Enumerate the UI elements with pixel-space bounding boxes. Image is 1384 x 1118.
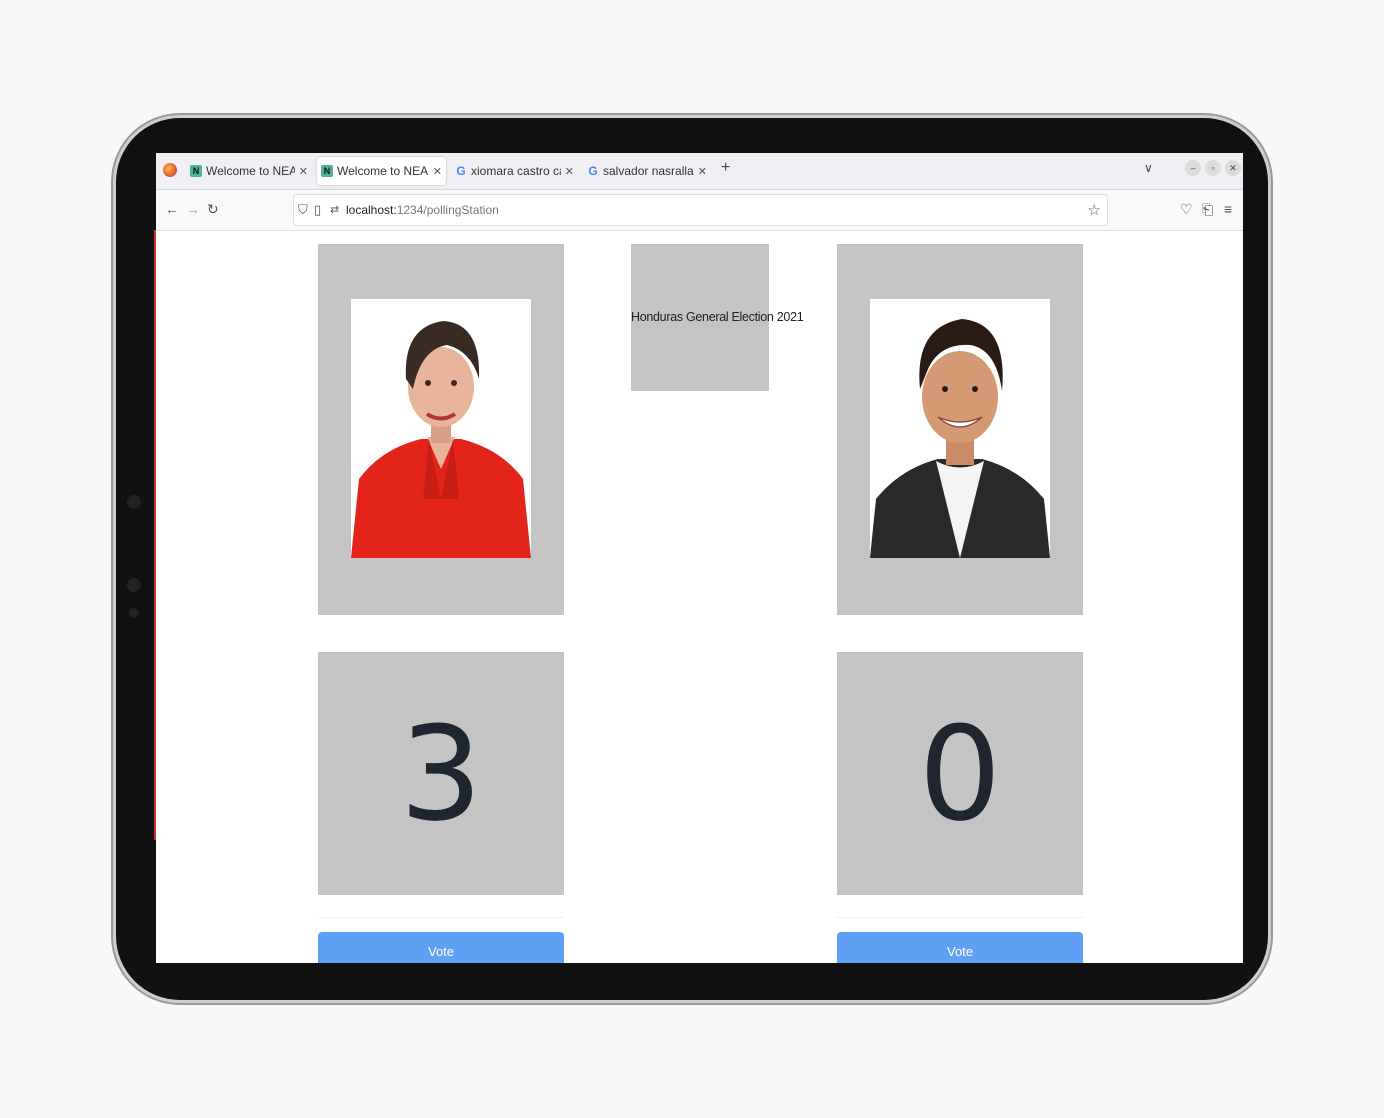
- close-icon[interactable]: ✕: [299, 165, 308, 178]
- bookmark-star-icon[interactable]: ☆: [1088, 201, 1101, 219]
- tab-label: Welcome to NEAR with R: [206, 164, 295, 178]
- camera-dot: [127, 578, 141, 592]
- divider: [318, 917, 564, 918]
- tab-xiomara-search[interactable]: G xiomara castro campaña ✕: [451, 157, 578, 185]
- close-icon[interactable]: ✕: [433, 165, 442, 178]
- tab-list-chevron-icon[interactable]: ∨: [1144, 161, 1153, 175]
- near-icon: N: [190, 165, 202, 177]
- permissions-icon[interactable]: ⇄: [330, 203, 339, 216]
- tab-label: salvador nasralla - Googl: [603, 164, 694, 178]
- screen: N Welcome to NEAR with R ✕ N Welcome to …: [156, 153, 1243, 963]
- candidate-2-vote-count-panel: 0: [837, 652, 1083, 895]
- divider: [837, 917, 1083, 918]
- candidate-1-vote-count-panel: 3: [318, 652, 564, 895]
- candidate-1-photo: [351, 299, 531, 558]
- candidate-2-photo: [870, 299, 1050, 558]
- camera-dot: [127, 495, 141, 509]
- pocket-icon[interactable]: ♡: [1180, 201, 1193, 218]
- candidate-1-vote-button[interactable]: Vote: [318, 932, 564, 963]
- tab-salvador-search[interactable]: G salvador nasralla - Googl ✕: [583, 157, 711, 185]
- minimize-icon[interactable]: –: [1185, 160, 1201, 176]
- google-icon: G: [588, 164, 598, 178]
- election-title-box: Honduras General Election 2021: [631, 244, 804, 391]
- url-host: localhost:: [346, 203, 397, 217]
- nav-bar: ← → ↻ ⛉ ▯ ⇄ localhost:1234/pollingStatio…: [156, 190, 1243, 231]
- url-bar[interactable]: ⛉ ▯ ⇄ localhost:1234/pollingStation ☆: [293, 194, 1108, 226]
- back-icon[interactable]: ←: [165, 201, 179, 217]
- firefox-icon[interactable]: [163, 163, 177, 177]
- candidate-1-vote-count: 3: [399, 697, 483, 850]
- close-icon[interactable]: ✕: [565, 165, 574, 178]
- candidate-2-vote-count: 0: [918, 697, 1002, 850]
- menu-icon[interactable]: ≡: [1224, 201, 1232, 217]
- url-path: 1234/pollingStation: [396, 203, 499, 217]
- tab-label: xiomara castro campaña: [471, 164, 561, 178]
- forward-icon[interactable]: →: [186, 201, 200, 217]
- tab-near-1[interactable]: N Welcome to NEAR with R ✕: [186, 157, 312, 185]
- tab-bar: N Welcome to NEAR with R ✕ N Welcome to …: [156, 153, 1243, 190]
- tab-near-2[interactable]: N Welcome to NEAR with R ✕: [317, 157, 446, 185]
- election-title: Honduras General Election 2021: [631, 310, 804, 324]
- reload-icon[interactable]: ↻: [207, 201, 219, 218]
- page-icon[interactable]: ▯: [314, 202, 321, 218]
- tab-label: Welcome to NEAR with R: [337, 164, 429, 178]
- shield-icon[interactable]: ⛉: [298, 202, 308, 218]
- candidate-2-photo-panel: [837, 244, 1083, 615]
- extensions-icon[interactable]: ⎗: [1202, 201, 1213, 218]
- polling-station-page: Honduras General Election 2021 3 0 Vote …: [156, 231, 1243, 963]
- close-window-icon[interactable]: ✕: [1225, 160, 1241, 176]
- close-icon[interactable]: ✕: [698, 165, 707, 178]
- camera-dot: [129, 608, 139, 618]
- google-icon: G: [456, 164, 466, 178]
- candidate-1-photo-panel: [318, 244, 564, 615]
- new-tab-button[interactable]: +: [721, 159, 730, 177]
- near-icon: N: [321, 165, 333, 177]
- restore-icon[interactable]: ▫: [1205, 160, 1221, 176]
- url-text[interactable]: localhost:1234/pollingStation: [346, 203, 499, 217]
- candidate-2-vote-button[interactable]: Vote: [837, 932, 1083, 963]
